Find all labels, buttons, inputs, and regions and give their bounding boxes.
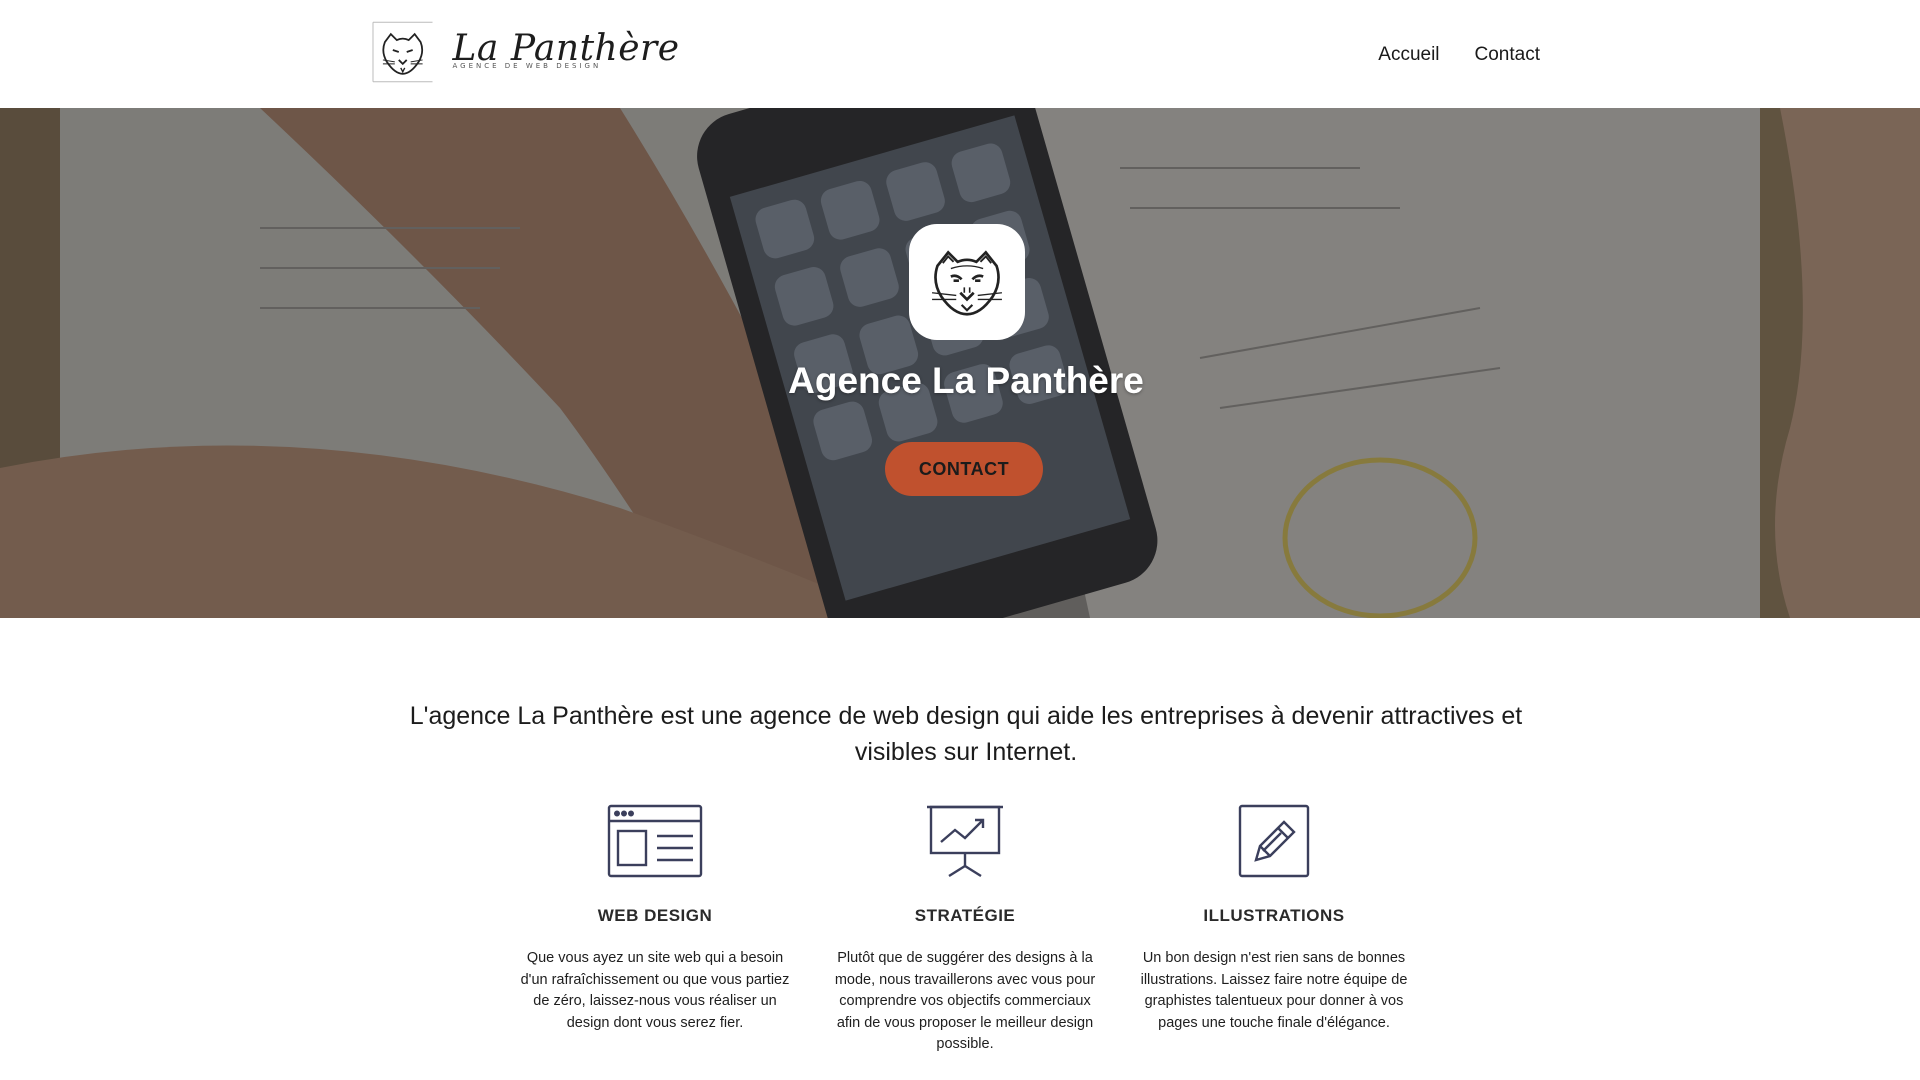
service-text-strategie: Plutôt que de suggérer des designs à la … [834,950,1096,1052]
panther-logo-icon [372,21,433,83]
service-text-illustrations: Un bon design n'est rien sans de bonnes … [1140,950,1408,1031]
intro-text: L'agence La Panthère est une agence de w… [409,702,1523,766]
panther-head-icon [931,250,1003,316]
service-title-strategie: STRATÉGIE [914,906,1016,925]
service-title-web-design: WEB DESIGN [597,906,713,925]
services-section: WEB DESIGN Que vous ayez un site web qui… [515,804,1415,1064]
nav-link-accueil[interactable]: Accueil [1378,44,1439,66]
hero-banner: Agence La Panthère CONTACT [0,108,1920,618]
logo-tagline: AGENCE DE WEB DESIGN [452,62,602,70]
web-design-icon [607,804,703,878]
pencil-icon [1238,804,1310,878]
service-strategie: STRATÉGIE Plutôt que de suggérer des des… [825,804,1105,1056]
site-logo[interactable]: La Panthère AGENCE DE WEB DESIGN [371,20,679,84]
service-illustrations: ILLUSTRATIONS Un bon design n'est rien s… [1134,804,1414,1034]
main-nav: Accueil Contact [1378,44,1540,66]
service-web-design: WEB DESIGN Que vous ayez un site web qui… [515,804,795,1034]
site-header: La Panthère AGENCE DE WEB DESIGN Accueil… [0,0,1920,108]
nav-link-contact[interactable]: Contact [1475,44,1540,66]
service-text-web-design: Que vous ayez un site web qui a besoin d… [520,950,790,1031]
hero-logo-badge [909,224,1025,340]
hero-title: Agence La Panthère [788,360,1144,401]
service-title-illustrations: ILLUSTRATIONS [1203,906,1345,925]
strategy-chart-icon [927,805,1003,878]
contact-button[interactable]: CONTACT [885,442,1043,496]
